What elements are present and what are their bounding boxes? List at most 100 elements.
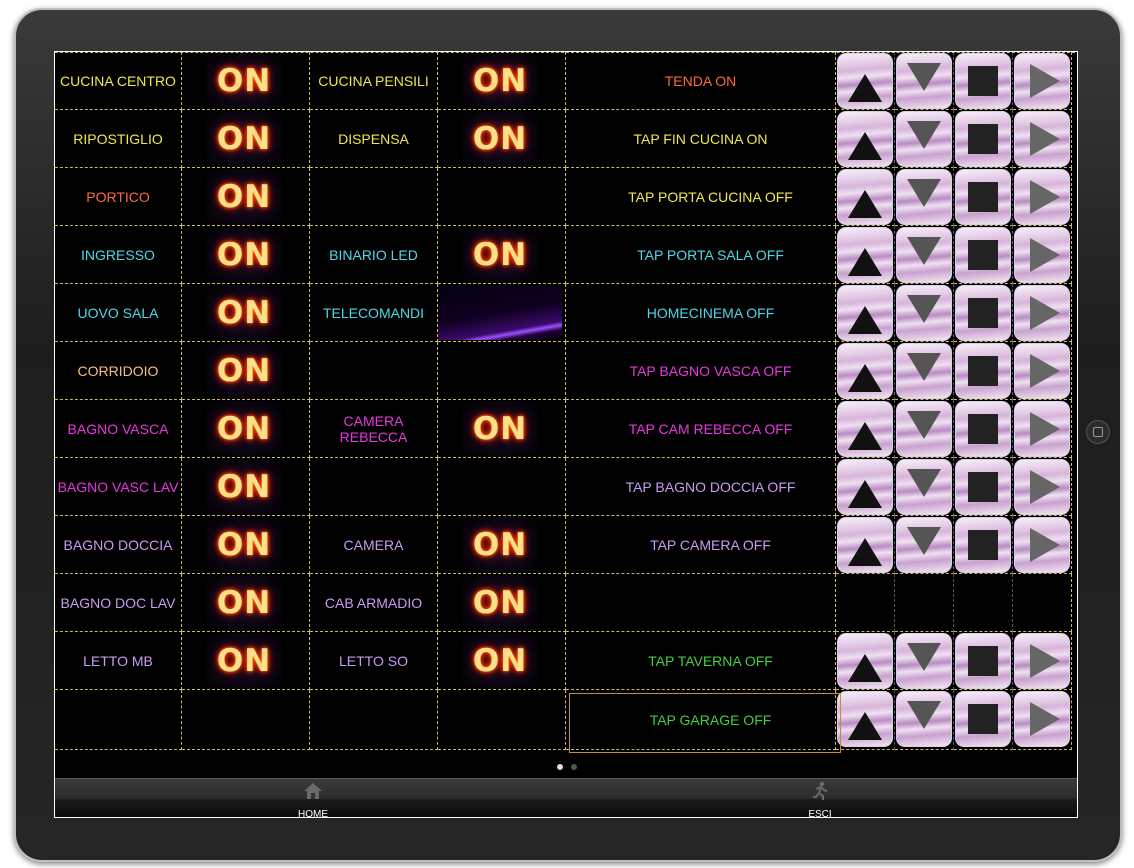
up-arrow-button[interactable] [837, 343, 893, 399]
page-dot[interactable] [571, 764, 577, 770]
play-button[interactable] [1014, 285, 1070, 341]
light-label: CUCINA CENTRO [60, 72, 176, 89]
on-switch[interactable]: ON [463, 575, 537, 631]
device-home-button[interactable] [1086, 420, 1110, 444]
play-button[interactable] [1014, 691, 1070, 747]
tab-home[interactable]: HOME [253, 779, 373, 817]
page-dot[interactable] [557, 764, 563, 770]
up-arrow-button[interactable] [837, 401, 893, 457]
light-label-left-11 [55, 690, 182, 750]
up-arrow-button[interactable] [837, 517, 893, 573]
down-arrow-button[interactable] [896, 285, 952, 341]
up-arrow-button[interactable] [837, 633, 893, 689]
up-arrow-icon [848, 248, 882, 276]
stop-button[interactable] [955, 401, 1011, 457]
button-cell [895, 574, 954, 632]
on-switch[interactable]: ON [463, 111, 537, 167]
light-label-left-9: BAGNO DOC LAV [55, 574, 182, 632]
down-arrow-button[interactable] [896, 343, 952, 399]
up-arrow-icon [848, 654, 882, 682]
down-arrow-icon [907, 411, 941, 439]
up-arrow-button[interactable] [837, 227, 893, 283]
on-switch[interactable]: ON [207, 227, 281, 283]
down-arrow-button[interactable] [896, 633, 952, 689]
play-button[interactable] [1014, 401, 1070, 457]
stop-button[interactable] [955, 227, 1011, 283]
stop-button[interactable] [955, 53, 1011, 109]
play-button[interactable] [1014, 111, 1070, 167]
light-label-left-3: INGRESSO [55, 226, 182, 284]
up-arrow-button[interactable] [837, 111, 893, 167]
exit-icon [813, 781, 828, 800]
light-label-mid-1: DISPENSA [310, 110, 438, 168]
tab-exit[interactable]: ESCI [760, 779, 880, 817]
light-label: BAGNO VASCA [67, 420, 169, 437]
stop-button[interactable] [955, 459, 1011, 515]
play-button[interactable] [1014, 343, 1070, 399]
down-arrow-button[interactable] [896, 459, 952, 515]
switch-cell-left-11 [182, 690, 310, 750]
light-label-mid-7 [310, 458, 438, 516]
light-label: BAGNO DOCCIA [63, 536, 173, 553]
play-button[interactable] [1014, 459, 1070, 515]
light-label-mid-2 [310, 168, 438, 226]
stop-button[interactable] [955, 169, 1011, 225]
play-button[interactable] [1014, 517, 1070, 573]
down-arrow-button[interactable] [896, 227, 952, 283]
down-arrow-button[interactable] [896, 169, 952, 225]
scene-label-6: TAP CAM REBECCA OFF [566, 400, 836, 458]
up-arrow-button[interactable] [837, 53, 893, 109]
on-switch[interactable]: ON [207, 517, 281, 573]
down-arrow-button[interactable] [896, 53, 952, 109]
light-label: BAGNO VASC LAV [57, 478, 179, 495]
play-button[interactable] [1014, 53, 1070, 109]
stop-icon [968, 646, 998, 676]
on-switch[interactable]: ON [207, 53, 281, 109]
on-switch[interactable]: ON [463, 633, 537, 689]
stop-button[interactable] [955, 111, 1011, 167]
button-cell [954, 574, 1013, 632]
stop-button[interactable] [955, 343, 1011, 399]
on-switch[interactable]: ON [463, 517, 537, 573]
on-switch[interactable]: ON [207, 459, 281, 515]
stop-button[interactable] [955, 517, 1011, 573]
remote-control-image[interactable] [438, 286, 562, 340]
down-arrow-button[interactable] [896, 401, 952, 457]
on-switch[interactable]: ON [207, 111, 281, 167]
on-switch[interactable]: ON [463, 227, 537, 283]
on-switch[interactable]: ON [207, 401, 281, 457]
on-switch[interactable]: ON [207, 343, 281, 399]
stop-button[interactable] [955, 691, 1011, 747]
on-switch[interactable]: ON [207, 575, 281, 631]
play-button[interactable] [1014, 227, 1070, 283]
up-arrow-button[interactable] [837, 285, 893, 341]
down-arrow-button[interactable] [896, 517, 952, 573]
down-arrow-button[interactable] [896, 111, 952, 167]
down-arrow-icon [907, 237, 941, 265]
stop-icon [968, 240, 998, 270]
scene-label: TAP FIN CUCINA ON [633, 130, 768, 147]
play-button[interactable] [1014, 633, 1070, 689]
light-label: PORTICO [86, 188, 150, 205]
on-switch[interactable]: ON [463, 401, 537, 457]
stop-button[interactable] [955, 633, 1011, 689]
up-arrow-button[interactable] [837, 691, 893, 747]
up-arrow-button[interactable] [837, 459, 893, 515]
stop-button[interactable] [955, 285, 1011, 341]
scene-label-5: TAP BAGNO VASCA OFF [566, 342, 836, 400]
light-label: DISPENSA [338, 130, 409, 147]
up-arrow-button[interactable] [837, 169, 893, 225]
on-switch[interactable]: ON [463, 53, 537, 109]
light-label: CAB ARMADIO [324, 594, 423, 611]
on-switch[interactable]: ON [207, 169, 281, 225]
on-switch[interactable]: ON [207, 285, 281, 341]
light-label-left-8: BAGNO DOCCIA [55, 516, 182, 574]
down-arrow-button[interactable] [896, 691, 952, 747]
down-arrow-icon [907, 353, 941, 381]
scene-label-2: TAP PORTA CUCINA OFF [566, 168, 836, 226]
play-icon [1030, 122, 1060, 156]
play-icon [1030, 470, 1060, 504]
play-button[interactable] [1014, 169, 1070, 225]
light-label-mid-10: LETTO SO [310, 632, 438, 690]
on-switch[interactable]: ON [207, 633, 281, 689]
